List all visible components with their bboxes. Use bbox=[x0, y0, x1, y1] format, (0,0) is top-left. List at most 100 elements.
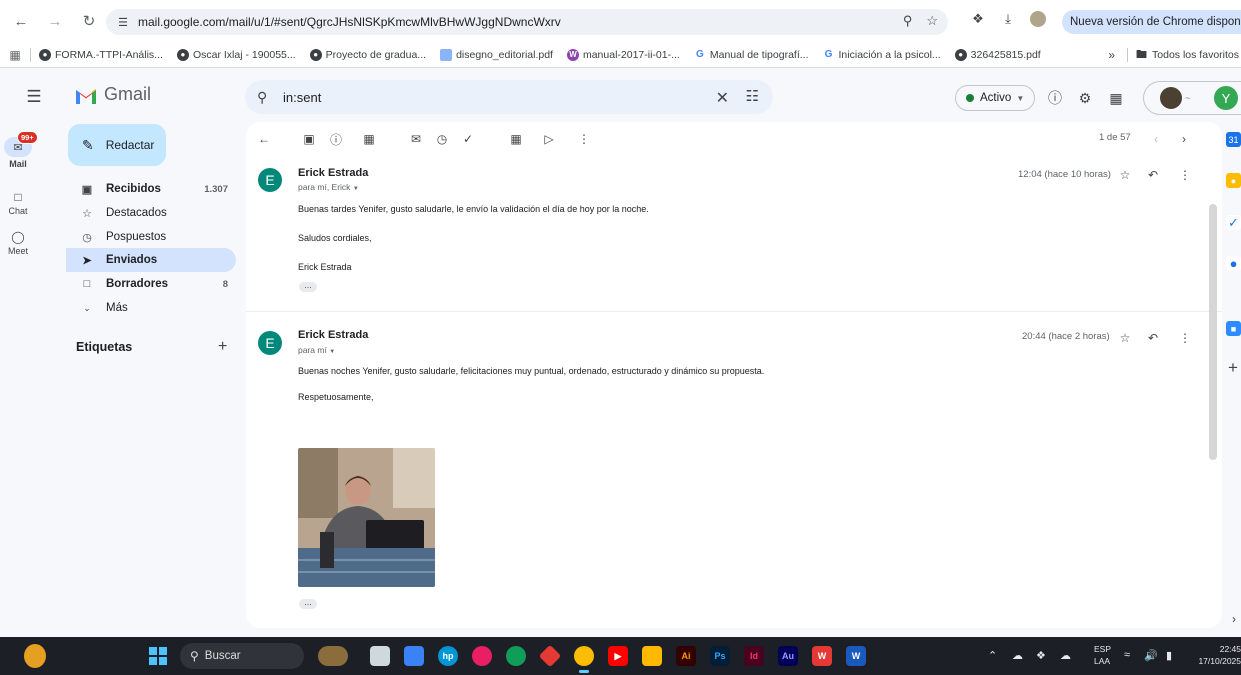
chrome-icon[interactable] bbox=[574, 646, 594, 666]
volume-icon[interactable]: 🔊 bbox=[1144, 649, 1158, 662]
recipient-line[interactable]: para mí, Erick ▼ bbox=[298, 182, 359, 192]
taskbar-search[interactable]: ⚲ Buscar bbox=[180, 643, 304, 669]
onedrive-icon[interactable]: ☁ bbox=[1012, 649, 1023, 662]
bookmarks-overflow-button[interactable]: » bbox=[1108, 48, 1115, 62]
forward-icon[interactable]: → bbox=[44, 10, 66, 32]
sidebar-item-inbox[interactable]: ▣ Recibidos 1.307 bbox=[66, 177, 236, 201]
help-icon[interactable]: ⓘ bbox=[1044, 87, 1066, 109]
report-spam-icon[interactable]: ⓘ bbox=[328, 131, 344, 147]
windows-start-icon[interactable] bbox=[148, 646, 168, 666]
add-app-icon[interactable]: + bbox=[1228, 358, 1238, 378]
sidebar-item-snoozed[interactable]: ◷ Pospuestos bbox=[66, 225, 236, 249]
rail-meet[interactable]: ◯ Meet bbox=[0, 229, 36, 256]
more-vert-icon[interactable]: ⋮ bbox=[1177, 167, 1193, 183]
sidebar-item-starred[interactable]: ☆ Destacados bbox=[66, 201, 236, 225]
bookmark-star-icon[interactable]: ☆ bbox=[926, 13, 938, 29]
star-icon[interactable]: ☆ bbox=[1117, 167, 1133, 183]
apps-grid-icon[interactable]: ▦ bbox=[8, 48, 22, 62]
youtube-icon[interactable]: ▶ bbox=[608, 646, 628, 666]
more-vert-icon[interactable]: ⋮ bbox=[576, 131, 592, 147]
apps-grid-icon[interactable]: ▦ bbox=[1105, 87, 1127, 109]
bookmark-item[interactable]: disegno_editorial.pdf bbox=[440, 48, 553, 61]
photoshop-icon[interactable]: Ps bbox=[710, 646, 730, 666]
cloud-sync-icon[interactable]: ☁ bbox=[1060, 649, 1071, 662]
rail-mail[interactable]: ✉ 99+ Mail bbox=[0, 131, 38, 169]
reply-icon[interactable]: ↶ bbox=[1145, 167, 1161, 183]
gmail-logo[interactable]: Gmail bbox=[74, 84, 151, 105]
sender-avatar[interactable]: E bbox=[258, 331, 282, 355]
chevron-left-icon[interactable]: ‹ bbox=[1148, 131, 1164, 147]
sidebar-item-more[interactable]: ⌄ Más bbox=[66, 296, 236, 320]
zoom-app-icon[interactable]: ■ bbox=[1226, 321, 1241, 336]
bookmark-item[interactable]: G Manual de tipografí... bbox=[693, 48, 809, 61]
hp-icon[interactable]: hp bbox=[438, 646, 458, 666]
bookmark-item[interactable]: ● Proyecto de gradua... bbox=[309, 48, 426, 61]
zoom-icon[interactable]: ⚲ bbox=[903, 13, 913, 29]
trash-icon[interactable]: ▦ bbox=[361, 131, 377, 147]
snooze-icon[interactable]: ◷ bbox=[434, 131, 450, 147]
mark-unread-icon[interactable]: ✉ bbox=[408, 131, 424, 147]
edge-icon[interactable] bbox=[506, 646, 526, 666]
recipient-line[interactable]: para mí ▼ bbox=[298, 345, 335, 355]
back-icon[interactable]: ← bbox=[10, 10, 32, 32]
illustrator-icon[interactable]: Ai bbox=[676, 646, 696, 666]
close-icon[interactable]: ✕ bbox=[716, 88, 729, 108]
star-icon[interactable]: ☆ bbox=[1117, 330, 1133, 346]
move-to-icon[interactable]: ▦ bbox=[508, 131, 524, 147]
sidebar-item-sent[interactable]: ➤ Enviados bbox=[66, 248, 236, 272]
sender-avatar[interactable]: E bbox=[258, 168, 282, 192]
file-explorer-icon[interactable] bbox=[642, 646, 662, 666]
back-arrow-icon[interactable]: ← bbox=[256, 131, 272, 147]
show-trimmed-button[interactable]: ... bbox=[299, 598, 317, 609]
bookmark-item[interactable]: G Iniciación a la psicol... bbox=[822, 48, 941, 61]
add-label-icon[interactable]: + bbox=[218, 338, 227, 356]
sidebar-item-drafts[interactable]: □ Borradores 8 bbox=[66, 272, 236, 296]
widgets-icon[interactable] bbox=[318, 646, 348, 666]
word-icon[interactable]: W bbox=[846, 646, 866, 666]
keep-icon[interactable]: ● bbox=[1226, 173, 1241, 188]
wifi-icon[interactable]: ≈ bbox=[1124, 649, 1130, 661]
label-icon[interactable]: ▷ bbox=[541, 131, 557, 147]
extensions-icon[interactable]: ❖ bbox=[968, 9, 988, 29]
url-text[interactable]: mail.google.com/mail/u/1/#sent/QgrcJHsNl… bbox=[138, 15, 561, 29]
more-vert-icon[interactable]: ⋮ bbox=[1177, 330, 1193, 346]
taskview-icon[interactable] bbox=[370, 646, 390, 666]
bookmark-item[interactable]: ● 326425815.pdf bbox=[954, 48, 1041, 61]
bookmark-item[interactable]: ● FORMA.-TTPI-Anális... bbox=[39, 48, 163, 61]
avatar[interactable]: Y bbox=[1214, 86, 1238, 110]
system-clock[interactable]: 22:45 17/10/2025 bbox=[1190, 643, 1241, 667]
filter-icon[interactable]: ☷ bbox=[746, 87, 759, 105]
address-bar[interactable]: ☰ mail.google.com/mail/u/1/#sent/QgrcJHs… bbox=[106, 9, 948, 35]
all-bookmarks-link[interactable]: Todos los favoritos bbox=[1152, 49, 1241, 61]
audition-icon[interactable]: Au bbox=[778, 646, 798, 666]
gear-icon[interactable]: ⚙ bbox=[1074, 87, 1096, 109]
store-icon[interactable] bbox=[404, 646, 424, 666]
compose-button[interactable]: ✎ Redactar bbox=[68, 124, 166, 166]
scrollbar-thumb[interactable] bbox=[1209, 204, 1217, 460]
archive-icon[interactable]: ▣ bbox=[301, 131, 317, 147]
show-trimmed-button[interactable]: ... bbox=[299, 281, 317, 292]
chevron-up-icon[interactable]: ⌃ bbox=[988, 649, 997, 662]
tasks-icon[interactable]: ✓ bbox=[1226, 215, 1241, 230]
add-task-icon[interactable]: ✓ bbox=[460, 131, 476, 147]
chevron-right-icon[interactable]: › bbox=[1232, 612, 1236, 626]
chrome-update-button[interactable]: Nueva versión de Chrome disponible bbox=[1062, 10, 1241, 34]
reply-icon[interactable]: ↶ bbox=[1145, 330, 1161, 346]
chevron-right-icon[interactable]: › bbox=[1176, 131, 1192, 147]
antivirus-icon[interactable]: ❖ bbox=[1036, 649, 1046, 662]
wps-office-icon[interactable]: W bbox=[812, 646, 832, 666]
profile-icon[interactable] bbox=[1028, 9, 1048, 29]
language-indicator[interactable]: ESP LAA bbox=[1094, 643, 1111, 667]
reload-icon[interactable]: ↻ bbox=[78, 10, 100, 32]
bookmark-item[interactable]: ● Oscar Ixlaj - 190055... bbox=[176, 48, 296, 61]
search-input[interactable] bbox=[283, 89, 683, 105]
battery-icon[interactable]: ▮ bbox=[1166, 649, 1172, 662]
sender-name[interactable]: Erick Estrada bbox=[298, 329, 368, 341]
main-menu-icon[interactable]: ☰ bbox=[22, 87, 46, 107]
search-icon[interactable]: ⚲ bbox=[257, 89, 275, 106]
calendar-icon[interactable]: 31 bbox=[1226, 132, 1241, 147]
weather-widget-icon[interactable] bbox=[24, 644, 46, 668]
copilot-icon[interactable] bbox=[538, 644, 562, 668]
status-dropdown[interactable]: Activo ▼ bbox=[955, 85, 1036, 111]
photos-icon[interactable] bbox=[472, 646, 492, 666]
